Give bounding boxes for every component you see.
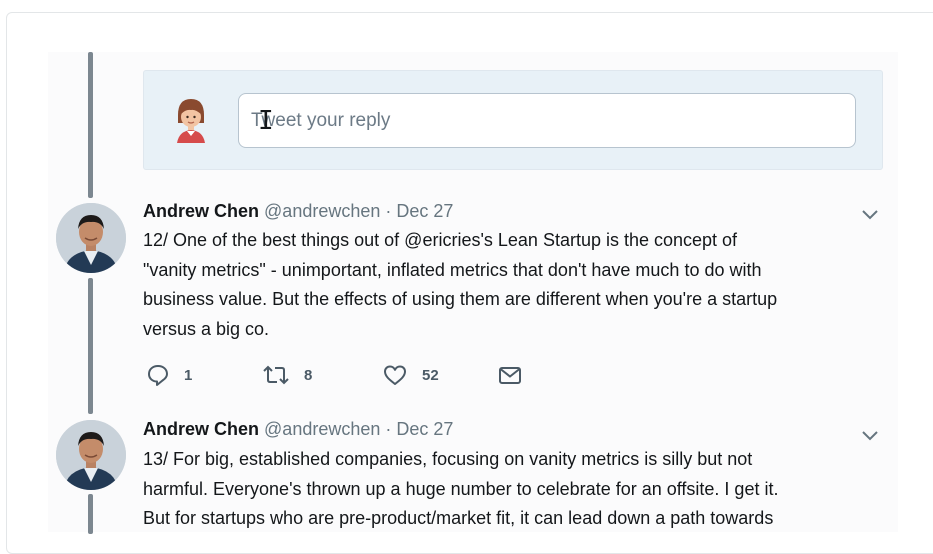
retweet-count: 8: [304, 366, 313, 384]
thread-line: [88, 52, 93, 198]
thread-line: [88, 494, 93, 534]
tweet-date[interactable]: Dec 27: [396, 419, 453, 439]
tweet-text: 12/ One of the best things out of @ericr…: [143, 230, 778, 339]
author-handle[interactable]: @andrewchen: [264, 201, 380, 221]
thread-line: [88, 278, 93, 414]
author-handle[interactable]: @andrewchen: [264, 419, 380, 439]
tweet-date[interactable]: Dec 27: [396, 201, 453, 221]
envelope-icon: [499, 367, 521, 384]
direct-message-button[interactable]: [498, 363, 522, 387]
reply-icon: [148, 365, 168, 386]
user-avatar-icon: [171, 95, 211, 143]
chevron-down-icon[interactable]: [861, 207, 879, 220]
author-name[interactable]: Andrew Chen: [143, 201, 259, 221]
reply-count: 1: [184, 366, 193, 384]
reply-button[interactable]: 1: [146, 363, 192, 387]
retweet-button[interactable]: 8: [262, 363, 312, 387]
like-button[interactable]: 52: [382, 363, 439, 387]
author-name[interactable]: Andrew Chen: [143, 419, 259, 439]
like-count: 52: [422, 366, 439, 384]
tweet-text: 13/ For big, established companies, focu…: [143, 449, 779, 528]
chevron-down-icon[interactable]: [861, 428, 879, 441]
tweet-header: Andrew Chen @andrewchen · Dec 27: [143, 201, 453, 222]
heart-icon: [384, 365, 406, 385]
reply-input[interactable]: [238, 93, 856, 148]
separator: ·: [385, 201, 392, 221]
text-cursor-icon: I: [258, 106, 274, 136]
tweet-header: Andrew Chen @andrewchen · Dec 27: [143, 419, 453, 440]
separator: ·: [385, 419, 392, 439]
avatar[interactable]: [56, 420, 126, 490]
avatar[interactable]: [56, 203, 126, 273]
retweet-icon: [263, 365, 289, 385]
